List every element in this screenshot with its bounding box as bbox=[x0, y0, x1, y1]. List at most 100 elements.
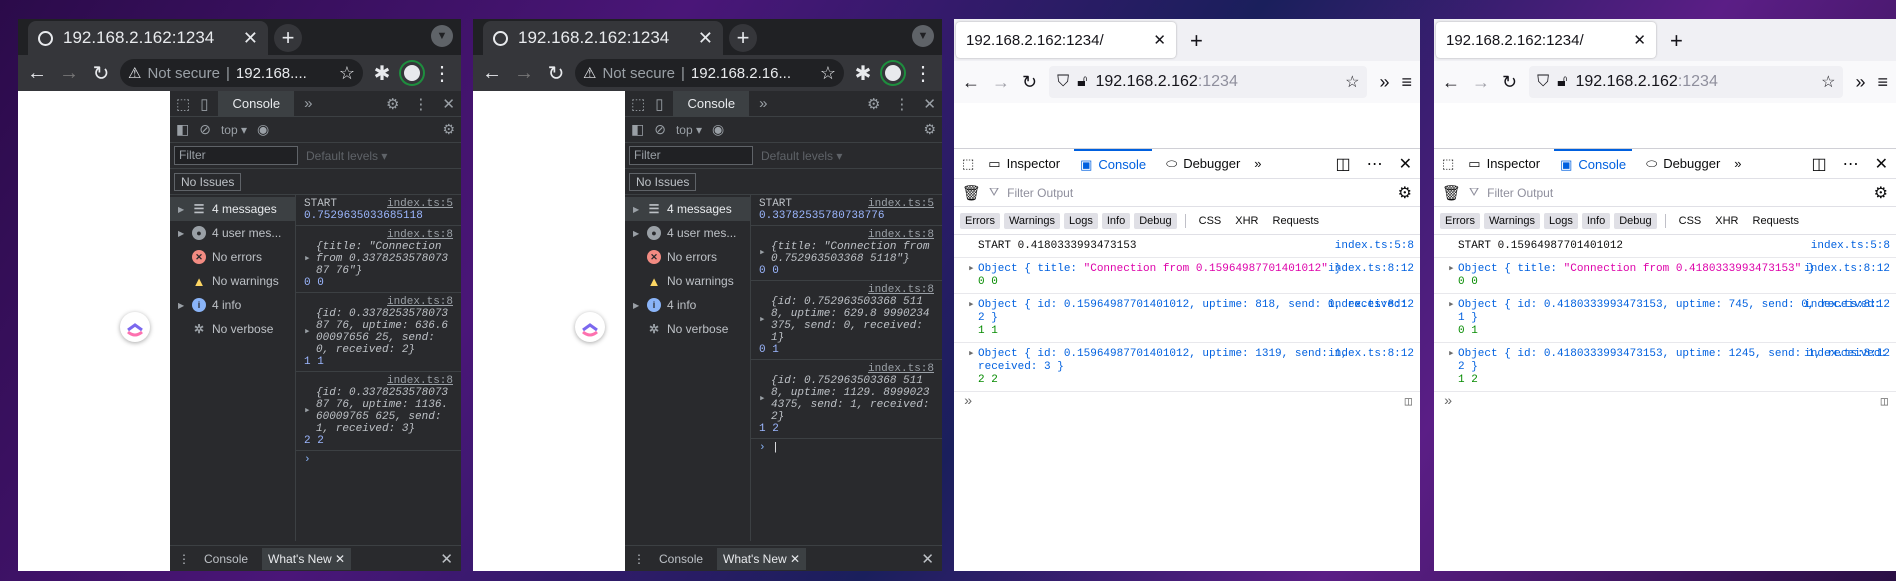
drawer-tab-whats-new[interactable]: What's New ✕ bbox=[262, 547, 352, 570]
filter-debug[interactable]: Debug bbox=[1134, 212, 1177, 229]
avatar[interactable] bbox=[401, 62, 423, 84]
reload-icon[interactable]: ↻ bbox=[543, 61, 569, 86]
shield-icon[interactable]: ⛉ bbox=[1537, 73, 1549, 91]
device-toolbar-icon[interactable]: ▯ bbox=[655, 95, 663, 113]
kebab-icon[interactable]: ⋮ bbox=[894, 95, 909, 113]
filter-errors[interactable]: Errors bbox=[1440, 212, 1480, 229]
filter-requests[interactable]: Requests bbox=[1748, 213, 1804, 229]
console-prompt[interactable]: » ◫ bbox=[1434, 392, 1896, 413]
insecure-lock-icon[interactable]: 🔓︎ bbox=[1077, 73, 1087, 91]
forward-icon[interactable]: → bbox=[1472, 72, 1490, 93]
back-icon[interactable]: ← bbox=[962, 72, 980, 93]
drawer-tab-whats-new[interactable]: What's New ✕ bbox=[717, 547, 807, 570]
object-preview[interactable]: {id: 0.337825357807387 76, uptime: 636.6… bbox=[304, 308, 453, 356]
more-tools-icon[interactable]: » bbox=[1254, 156, 1261, 171]
insecure-lock-icon[interactable]: 🔓︎ bbox=[1557, 73, 1567, 91]
browser-tab[interactable]: 192.168.2.162:1234 ✕ bbox=[483, 21, 723, 55]
settings-icon[interactable]: ⚙ bbox=[386, 95, 399, 113]
drawer-menu-icon[interactable]: ⋮ bbox=[633, 552, 645, 566]
sidebar-item-messages[interactable]: ▶ ☰ 4 messages bbox=[170, 197, 295, 221]
inspect-icon[interactable]: ⬚ bbox=[631, 95, 645, 113]
overflow-icon[interactable]: » bbox=[1379, 72, 1389, 93]
source-link[interactable]: index.ts:5 bbox=[387, 198, 453, 210]
star-icon[interactable]: ☆ bbox=[820, 63, 836, 84]
clear-console-icon[interactable]: ⊘ bbox=[199, 121, 211, 138]
source-link[interactable]: index.ts:8 bbox=[387, 229, 453, 241]
reload-icon[interactable]: ↻ bbox=[88, 61, 114, 86]
hamburger-menu-icon[interactable]: ≡ bbox=[1401, 72, 1412, 93]
close-icon[interactable]: ✕ bbox=[442, 95, 455, 113]
log-levels-select[interactable]: Default levels ▾ bbox=[306, 149, 387, 163]
omnibox[interactable]: ⚠ Not secure | 192.168.2.16... ☆ bbox=[575, 59, 844, 87]
filter-output-input[interactable]: Filter Output bbox=[1007, 186, 1073, 200]
back-icon[interactable]: ← bbox=[479, 62, 505, 85]
back-icon[interactable]: ← bbox=[1442, 72, 1460, 93]
new-tab-button[interactable]: + bbox=[1190, 28, 1203, 54]
object-preview[interactable]: {id: 0.752963503368 5118, uptime: 629.8 … bbox=[759, 296, 934, 344]
options-icon[interactable]: ⋯ bbox=[1843, 154, 1859, 174]
source-link[interactable]: index.ts:5 bbox=[868, 198, 934, 210]
source-link[interactable]: index.ts:8 bbox=[387, 375, 453, 387]
overflow-icon[interactable]: » bbox=[1855, 72, 1865, 93]
eye-icon[interactable]: ◉ bbox=[712, 121, 724, 138]
close-icon[interactable]: ✕ bbox=[1875, 154, 1888, 174]
source-link[interactable]: index.ts:8 bbox=[868, 284, 934, 296]
split-editor-icon[interactable]: ◫ bbox=[1405, 396, 1412, 409]
object-preview[interactable]: Object { id: 0.4180333993473153, uptime:… bbox=[1448, 348, 1888, 374]
console-prompt[interactable]: › | bbox=[751, 439, 942, 457]
shield-icon[interactable]: ⛉ bbox=[1057, 73, 1069, 91]
close-tab-icon[interactable]: ✕ bbox=[1153, 31, 1166, 49]
tab-search-icon[interactable]: ▼ bbox=[431, 25, 453, 47]
new-tab-button[interactable]: + bbox=[274, 24, 302, 52]
drawer-tab-console[interactable]: Console bbox=[659, 552, 703, 566]
pick-element-icon[interactable]: ⬚ bbox=[1442, 156, 1454, 172]
context-select[interactable]: top ▾ bbox=[221, 123, 247, 137]
settings-icon[interactable]: ⚙ bbox=[1874, 183, 1888, 203]
close-icon[interactable]: ✕ bbox=[923, 95, 936, 113]
url-bar[interactable]: ⛉ 🔓︎ 192.168.2.162:1234 ☆ bbox=[1049, 66, 1368, 98]
tab-debugger[interactable]: ⬭ Debugger bbox=[1160, 149, 1246, 179]
inspect-icon[interactable]: ⬚ bbox=[176, 95, 190, 113]
tab-console[interactable]: Console bbox=[673, 90, 750, 117]
sidebar-item-user-messages[interactable]: ▶ ● 4 user mes... bbox=[170, 221, 295, 245]
hamburger-menu-icon[interactable]: ≡ bbox=[1877, 72, 1888, 93]
console-prompt[interactable]: › bbox=[296, 451, 461, 469]
sidebar-item-errors[interactable]: ✕ No errors bbox=[170, 245, 295, 269]
forward-icon[interactable]: → bbox=[992, 72, 1010, 93]
filter-xhr[interactable]: XHR bbox=[1230, 213, 1263, 229]
filter-css[interactable]: CSS bbox=[1194, 213, 1227, 229]
sidebar-item-errors[interactable]: ✕ No errors bbox=[625, 245, 750, 269]
more-tabs-icon[interactable]: » bbox=[304, 95, 312, 112]
filter-errors[interactable]: Errors bbox=[960, 212, 1000, 229]
options-icon[interactable]: ⋯ bbox=[1367, 154, 1383, 174]
filter-logs[interactable]: Logs bbox=[1064, 212, 1098, 229]
filter-warnings[interactable]: Warnings bbox=[1003, 212, 1061, 229]
sidebar-item-user-messages[interactable]: ▶ ● 4 user mes... bbox=[625, 221, 750, 245]
issues-button[interactable]: No Issues bbox=[629, 172, 697, 191]
object-preview[interactable]: Object { id: 0.15964987701401012, uptime… bbox=[968, 348, 1412, 374]
settings-icon[interactable]: ⚙ bbox=[1398, 183, 1412, 203]
forward-icon[interactable]: → bbox=[511, 62, 537, 85]
close-tab-icon[interactable]: ✕ bbox=[698, 28, 713, 49]
split-editor-icon[interactable]: ◫ bbox=[1881, 396, 1888, 409]
object-preview[interactable]: {title: "Connection from 0.3378253578073… bbox=[304, 241, 453, 277]
source-link[interactable]: index.ts:5:8 bbox=[1806, 240, 1890, 253]
extensions-icon[interactable]: ✱ bbox=[369, 61, 395, 86]
url-bar[interactable]: ⛉ 🔓︎ 192.168.2.162:1234 ☆ bbox=[1529, 66, 1844, 98]
filter-info[interactable]: Info bbox=[1101, 212, 1131, 229]
object-preview[interactable]: Object { id: 0.4180333993473153, uptime:… bbox=[1448, 299, 1888, 325]
dock-icon[interactable]: ◫ bbox=[1335, 154, 1350, 174]
tab-debugger[interactable]: ⬭ Debugger bbox=[1640, 149, 1726, 179]
sidebar-toggle-icon[interactable]: ◧ bbox=[631, 121, 644, 138]
filter-input[interactable]: Filter bbox=[174, 146, 298, 165]
filter-logs[interactable]: Logs bbox=[1544, 212, 1578, 229]
sidebar-item-info[interactable]: ▶ i 4 info bbox=[170, 293, 295, 317]
filter-css[interactable]: CSS bbox=[1674, 213, 1707, 229]
filter-xhr[interactable]: XHR bbox=[1710, 213, 1743, 229]
sidebar-toggle-icon[interactable]: ◧ bbox=[176, 121, 189, 138]
forward-icon[interactable]: → bbox=[56, 62, 82, 85]
source-link[interactable]: index.ts:8 bbox=[868, 363, 934, 375]
sidebar-item-messages[interactable]: ▶ ☰ 4 messages bbox=[625, 197, 750, 221]
back-icon[interactable]: ← bbox=[24, 62, 50, 85]
more-tabs-icon[interactable]: » bbox=[759, 95, 767, 112]
